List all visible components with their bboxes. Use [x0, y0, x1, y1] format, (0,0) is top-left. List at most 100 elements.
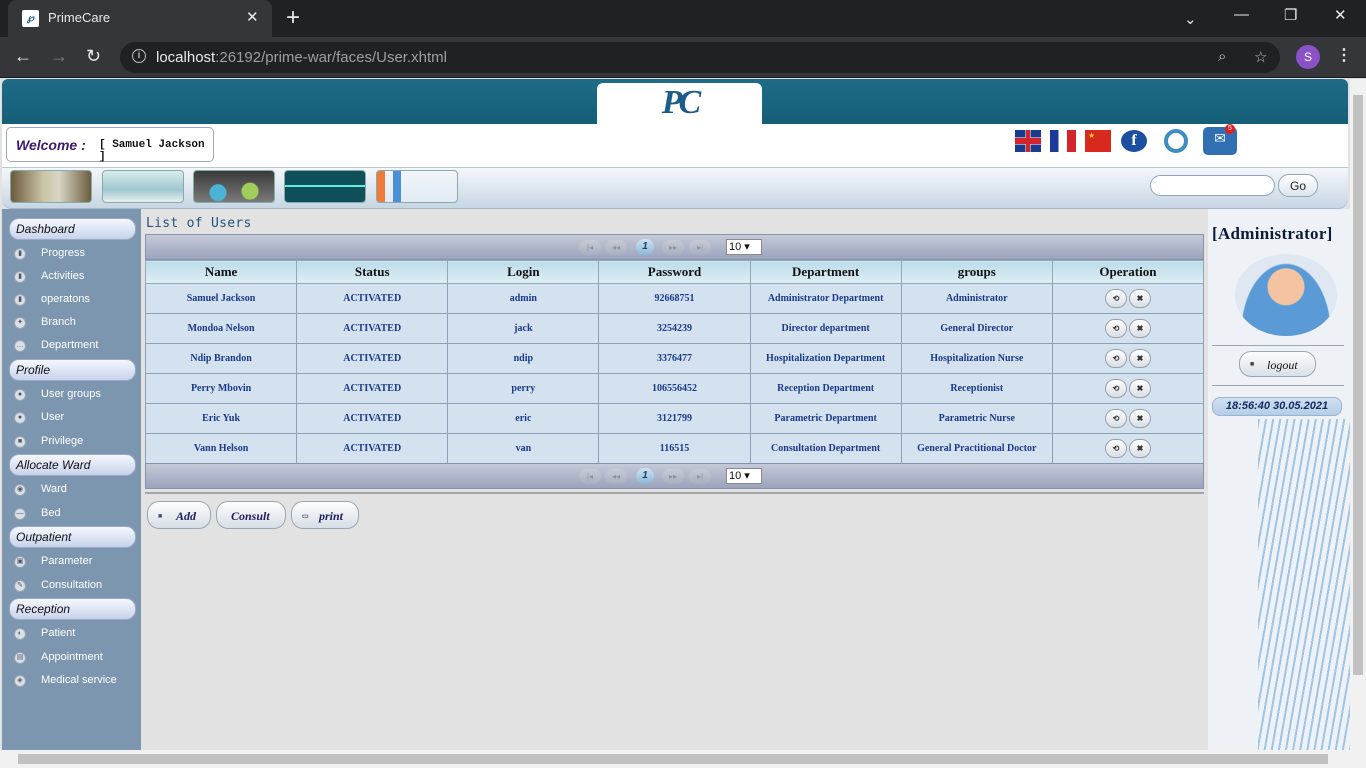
rows-per-page-select[interactable]: 10 ▾	[726, 239, 762, 255]
sidebar-item-consultation[interactable]: ✎ Consultation	[14, 578, 139, 594]
mail-icon[interactable]: ✉ 5	[1203, 124, 1237, 155]
print-button[interactable]: ▭ print	[291, 501, 359, 529]
go-button[interactable]: Go	[1278, 174, 1318, 197]
window-close-icon[interactable]: ✕	[1334, 6, 1347, 24]
sidebar-item-privilege[interactable]: ■ Privilege	[14, 434, 139, 450]
tab-search-icon[interactable]: ⌄	[1184, 10, 1197, 28]
close-tab-icon[interactable]: ✕	[246, 8, 259, 26]
english-flag-icon[interactable]	[1015, 130, 1041, 152]
add-button[interactable]: ■ Add	[147, 501, 211, 529]
address-bar[interactable]: i localhost:26192/prime-war/faces/User.x…	[120, 42, 1280, 73]
delete-icon[interactable]: ✖	[1128, 379, 1151, 398]
edit-icon[interactable]: ⟲	[1104, 379, 1127, 398]
browser-tab[interactable]: ℘ PrimeCare ✕	[8, 0, 272, 37]
delete-icon[interactable]: ✖	[1128, 409, 1151, 428]
column-header-department[interactable]: Department	[749, 260, 902, 284]
table-row[interactable]: Eric Yuk ACTIVATED eric 3121799 Parametr…	[144, 403, 1205, 434]
prev-page-icon[interactable]: ◂◂	[605, 469, 627, 484]
table-row[interactable]: Ndip Brandon ACTIVATED ndip 3376477 Hosp…	[144, 343, 1205, 374]
heartbeat-monitor-shortcut[interactable]	[284, 170, 366, 203]
sidebar-section-dashboard[interactable]: Dashboard	[9, 218, 136, 240]
vertical-scrollbar[interactable]	[1350, 79, 1366, 750]
table-row[interactable]: Mondoa Nelson ACTIVATED jack 3254239 Dir…	[144, 313, 1205, 344]
delete-icon[interactable]: ✖	[1128, 439, 1151, 458]
browser-menu-icon[interactable]: ⋮	[1336, 45, 1352, 65]
facebook-icon[interactable]: f	[1121, 130, 1147, 152]
bookmark-star-icon[interactable]: ☆	[1254, 48, 1267, 66]
sidebar-item-user-groups[interactable]: ● User groups	[14, 387, 139, 403]
edit-icon[interactable]: ⟲	[1104, 439, 1127, 458]
statistics-chart-shortcut[interactable]	[376, 170, 458, 203]
delete-icon[interactable]: ✖	[1128, 289, 1151, 308]
sidebar-item-patient[interactable]: ◐ Patient	[14, 626, 139, 642]
sidebar-item-medical-service[interactable]: ◈ Medical service	[14, 673, 139, 689]
search-input[interactable]	[1150, 175, 1275, 196]
hospital-corridor-shortcut[interactable]	[10, 170, 92, 203]
reload-icon[interactable]: ↻	[86, 46, 101, 67]
cell-login: admin	[447, 283, 600, 314]
table-row[interactable]: Samuel Jackson ACTIVATED admin 92668751 …	[144, 283, 1205, 314]
ward-bed-shortcut[interactable]	[102, 170, 184, 203]
sidebar-item-department[interactable]: … Department	[14, 338, 139, 354]
sidebar-item-progress[interactable]: ▮ Progress	[14, 246, 139, 262]
scrollbar-thumb[interactable]	[1353, 95, 1363, 675]
horizontal-scrollbar[interactable]	[0, 750, 1366, 768]
table-row[interactable]: Vann Helson ACTIVATED van 116515 Consult…	[144, 433, 1205, 464]
sidebar-item-parameter[interactable]: ▣ Parameter	[14, 554, 139, 570]
first-page-icon[interactable]: |◂	[579, 469, 601, 484]
restore-icon[interactable]: ❐	[1284, 6, 1297, 24]
french-flag-icon[interactable]	[1050, 130, 1076, 152]
column-header-login[interactable]: Login	[447, 260, 600, 284]
sidebar-item-user[interactable]: ● User	[14, 410, 139, 426]
last-page-icon[interactable]: ▸|	[689, 469, 711, 484]
delete-icon[interactable]: ✖	[1128, 319, 1151, 338]
edit-icon[interactable]: ⟲	[1104, 319, 1127, 338]
consult-button[interactable]: Consult	[216, 501, 286, 529]
first-page-icon[interactable]: |◂	[579, 240, 601, 255]
new-tab-icon[interactable]: +	[286, 4, 300, 32]
laboratory-shortcut[interactable]	[193, 170, 275, 203]
next-page-icon[interactable]: ▸▸	[662, 240, 684, 255]
column-header-password[interactable]: Password	[598, 260, 751, 284]
sidebar-item-appointment[interactable]: ▤ Appointment	[14, 650, 139, 666]
edit-icon[interactable]: ⟲	[1104, 289, 1127, 308]
scrollbar-thumb[interactable]	[18, 754, 1328, 764]
sidebar-item-label: Consultation	[41, 579, 103, 591]
shortcut-bar: Go	[2, 168, 1348, 209]
last-page-icon[interactable]: ▸|	[689, 240, 711, 255]
logout-button[interactable]: ■ logout	[1239, 351, 1316, 377]
cell-groups: Receptionist	[900, 373, 1053, 404]
edit-icon[interactable]: ⟲	[1104, 409, 1127, 428]
cell-department: Parametric Department	[749, 403, 902, 434]
prev-page-icon[interactable]: ◂◂	[605, 240, 627, 255]
progress-icon: ▮	[14, 248, 26, 260]
zoom-icon[interactable]: ⌕	[1218, 48, 1226, 65]
column-header-name[interactable]: Name	[144, 260, 298, 284]
forward-icon[interactable]: →	[50, 46, 68, 67]
column-header-groups[interactable]: groups	[900, 260, 1053, 284]
sidebar-item-bed[interactable]: — Bed	[14, 506, 139, 522]
site-info-icon[interactable]: i	[132, 49, 146, 63]
sidebar-section-allocate-ward[interactable]: Allocate Ward	[9, 454, 136, 476]
sidebar-item-branch[interactable]: ✦ Branch	[14, 315, 139, 331]
chinese-flag-icon[interactable]	[1085, 130, 1111, 152]
minimize-icon[interactable]: —	[1234, 6, 1249, 23]
sidebar-item-ward[interactable]: ◉ Ward	[14, 482, 139, 498]
edit-icon[interactable]: ⟲	[1104, 349, 1127, 368]
sidebar-section-profile[interactable]: Profile	[9, 359, 136, 381]
back-icon[interactable]: ←	[14, 46, 32, 67]
sidebar-section-outpatient[interactable]: Outpatient	[9, 526, 136, 548]
settings-gear-icon[interactable]	[1164, 129, 1188, 153]
current-page[interactable]: 1	[636, 239, 654, 255]
table-row[interactable]: Perry Mbovin ACTIVATED perry 106556452 R…	[144, 373, 1205, 404]
delete-icon[interactable]: ✖	[1128, 349, 1151, 368]
sidebar-item-activities[interactable]: ▮ Activities	[14, 269, 139, 285]
current-page[interactable]: 1	[636, 468, 654, 484]
users-table: Name Status Login Password Department gr…	[144, 260, 1205, 464]
rows-per-page-select[interactable]: 10 ▾	[726, 468, 762, 484]
sidebar-item-operations[interactable]: ▮ operatons	[14, 292, 139, 308]
sidebar-section-reception[interactable]: Reception	[9, 598, 136, 620]
profile-avatar[interactable]: S	[1296, 45, 1320, 69]
next-page-icon[interactable]: ▸▸	[662, 469, 684, 484]
column-header-status[interactable]: Status	[296, 260, 449, 284]
